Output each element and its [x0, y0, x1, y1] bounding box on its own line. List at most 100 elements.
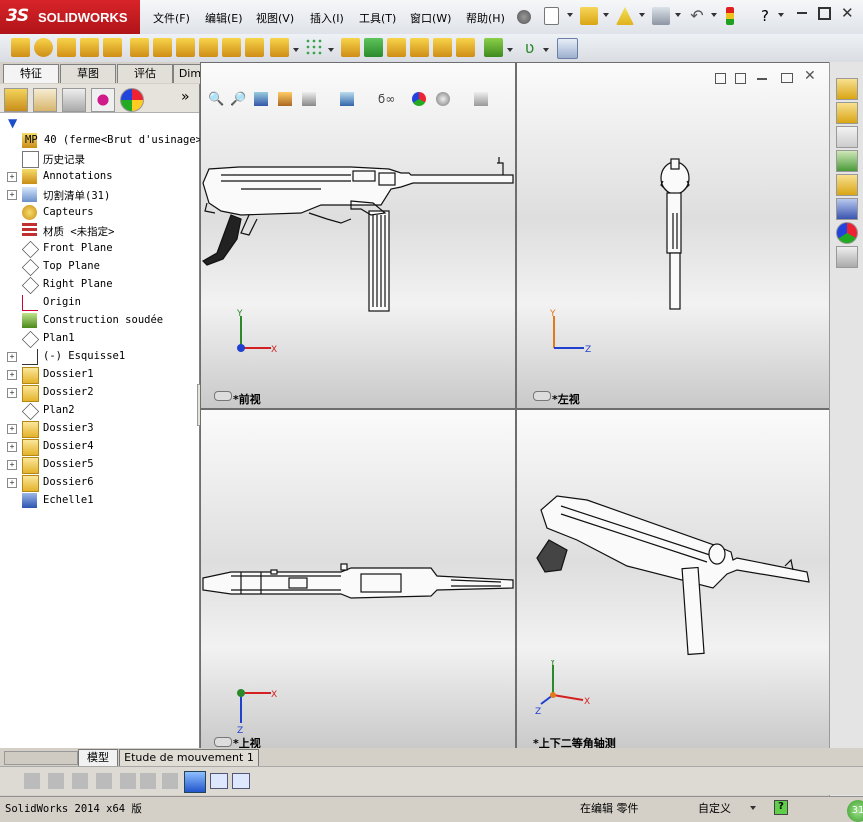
single-view-icon[interactable]	[184, 771, 206, 793]
tree-item[interactable]: + Dossier1	[0, 366, 199, 384]
two-view-icon[interactable]	[210, 773, 228, 789]
revolved-cut-icon[interactable]	[176, 38, 195, 57]
view-palette-icon[interactable]	[836, 198, 858, 220]
link-views-icon[interactable]	[735, 73, 746, 84]
tab-motion-study[interactable]: Etude de mouvement 1	[119, 749, 259, 767]
tree-item[interactable]: 材质 <未指定>	[0, 222, 199, 240]
sweep-icon[interactable]	[57, 38, 76, 57]
grid-tool-icon[interactable]	[120, 773, 136, 789]
viewport-close-icon[interactable]: ✕	[804, 68, 816, 84]
chevron-down-icon[interactable]	[567, 13, 573, 17]
chevron-down-icon[interactable]	[603, 13, 609, 17]
tree-item[interactable]: Origin	[0, 294, 199, 312]
tab-evaluate[interactable]: 评估	[117, 64, 173, 83]
revolve-boss-icon[interactable]	[34, 38, 53, 57]
viewport-restore-icon[interactable]	[781, 73, 793, 83]
custom-properties-icon[interactable]	[836, 246, 858, 268]
view-settings-icon[interactable]	[474, 92, 488, 106]
viewport-left[interactable]: *左视 Y Z ✕	[516, 62, 830, 409]
file-explorer-icon[interactable]	[836, 150, 858, 172]
hide-show-icon[interactable]	[214, 391, 232, 401]
filter-field[interactable]	[26, 115, 198, 131]
menu-edit[interactable]: 编辑(E)	[205, 10, 243, 26]
viewport-top[interactable]: *上视 X Z	[200, 409, 516, 750]
tree-item[interactable]: + Dossier4	[0, 438, 199, 456]
draft-icon[interactable]	[387, 38, 406, 57]
tab-sketch[interactable]: 草图	[60, 64, 116, 83]
rib-icon[interactable]	[341, 38, 360, 57]
units-selector[interactable]: 自定义	[698, 800, 731, 816]
expand-toggle-icon[interactable]: +	[7, 424, 17, 434]
chevron-right-icon[interactable]: »	[181, 89, 190, 105]
open-folder-icon[interactable]	[580, 7, 598, 25]
viewport-isometric[interactable]: *上下二等角轴测 Y X Z	[516, 409, 830, 750]
property-manager-icon[interactable]	[33, 88, 57, 112]
sketch-tool-icon[interactable]	[24, 773, 40, 789]
close-icon[interactable]: ✕	[841, 4, 854, 22]
menu-view[interactable]: 视图(V)	[256, 10, 294, 26]
tree-item[interactable]: Plan2	[0, 402, 199, 421]
tile-view-icon[interactable]	[715, 73, 726, 84]
tab-features[interactable]: 特征	[3, 64, 59, 83]
snap-tool-icon[interactable]	[140, 773, 156, 789]
reference-geometry-icon[interactable]	[484, 38, 503, 57]
extruded-cut-icon[interactable]	[130, 38, 149, 57]
edit-appearance-icon[interactable]	[412, 92, 426, 106]
expand-toggle-icon[interactable]: +	[7, 460, 17, 470]
feature-tree-icon[interactable]	[4, 88, 28, 112]
menu-insert[interactable]: 插入(I)	[310, 10, 344, 26]
mirror-icon[interactable]	[456, 38, 475, 57]
boundary-cut-icon[interactable]	[245, 38, 264, 57]
intersect-icon[interactable]	[433, 38, 452, 57]
chevron-down-icon[interactable]	[507, 48, 513, 52]
menu-window[interactable]: 窗口(W)	[410, 10, 451, 26]
expand-toggle-icon[interactable]: +	[7, 478, 17, 488]
align-tool-icon[interactable]	[96, 773, 112, 789]
warning-icon[interactable]	[616, 7, 634, 25]
hide-show-items-icon[interactable]: ϭ∞	[378, 92, 395, 106]
solidworks-logo[interactable]: 3S SOLIDWORKS	[0, 0, 140, 34]
new-document-icon[interactable]	[544, 7, 559, 25]
maximize-icon[interactable]	[818, 7, 831, 20]
fillet-icon[interactable]	[270, 38, 289, 57]
display-style-icon[interactable]	[340, 92, 354, 106]
tree-item[interactable]: + Dossier2	[0, 384, 199, 402]
expand-toggle-icon[interactable]: +	[7, 388, 17, 398]
chevron-down-icon[interactable]	[639, 13, 645, 17]
instant3d-icon[interactable]	[557, 38, 578, 59]
tree-item[interactable]: Capteurs	[0, 204, 199, 222]
tab-scroll-buttons[interactable]	[4, 751, 78, 765]
tree-item[interactable]: + (-) Esquisse1	[0, 348, 199, 366]
chevron-down-icon[interactable]	[328, 48, 334, 52]
chevron-down-icon[interactable]	[711, 13, 717, 17]
shell-icon[interactable]	[410, 38, 429, 57]
expand-toggle-icon[interactable]: +	[7, 172, 17, 182]
chevron-down-icon[interactable]	[543, 48, 549, 52]
expand-toggle-icon[interactable]: +	[7, 352, 17, 362]
hide-show-icon[interactable]	[533, 391, 551, 401]
apply-scene-icon[interactable]	[436, 92, 450, 106]
quick-tips-icon[interactable]: ?	[774, 800, 788, 815]
tree-item[interactable]: Construction soudée	[0, 312, 199, 330]
tree-item[interactable]: + Dossier6	[0, 474, 199, 492]
chevron-down-icon[interactable]	[675, 13, 681, 17]
curves-icon[interactable]: ʋ	[520, 38, 539, 57]
tree-item[interactable]: Echelle1	[0, 492, 199, 510]
view-orientation-icon[interactable]	[302, 92, 316, 106]
tree-item[interactable]: Plan1	[0, 330, 199, 349]
appearances-icon[interactable]	[836, 222, 858, 244]
expand-toggle-icon[interactable]: +	[7, 190, 17, 200]
part-tool-icon[interactable]	[48, 773, 64, 789]
section-view-icon[interactable]	[278, 92, 292, 106]
measure-tool-icon[interactable]	[162, 773, 178, 789]
tree-item[interactable]: + Annotations	[0, 168, 199, 186]
tab-model[interactable]: 模型	[78, 749, 118, 767]
viewport-minimize-icon[interactable]	[757, 78, 767, 80]
chevron-down-icon[interactable]	[778, 13, 784, 17]
hide-show-icon[interactable]	[214, 737, 232, 747]
wrap-icon[interactable]	[364, 38, 383, 57]
home-icon[interactable]	[836, 126, 858, 148]
previous-view-icon[interactable]	[254, 92, 268, 106]
tree-item[interactable]: + 切割清单(31)	[0, 186, 199, 204]
help-icon[interactable]: ?	[756, 7, 774, 25]
